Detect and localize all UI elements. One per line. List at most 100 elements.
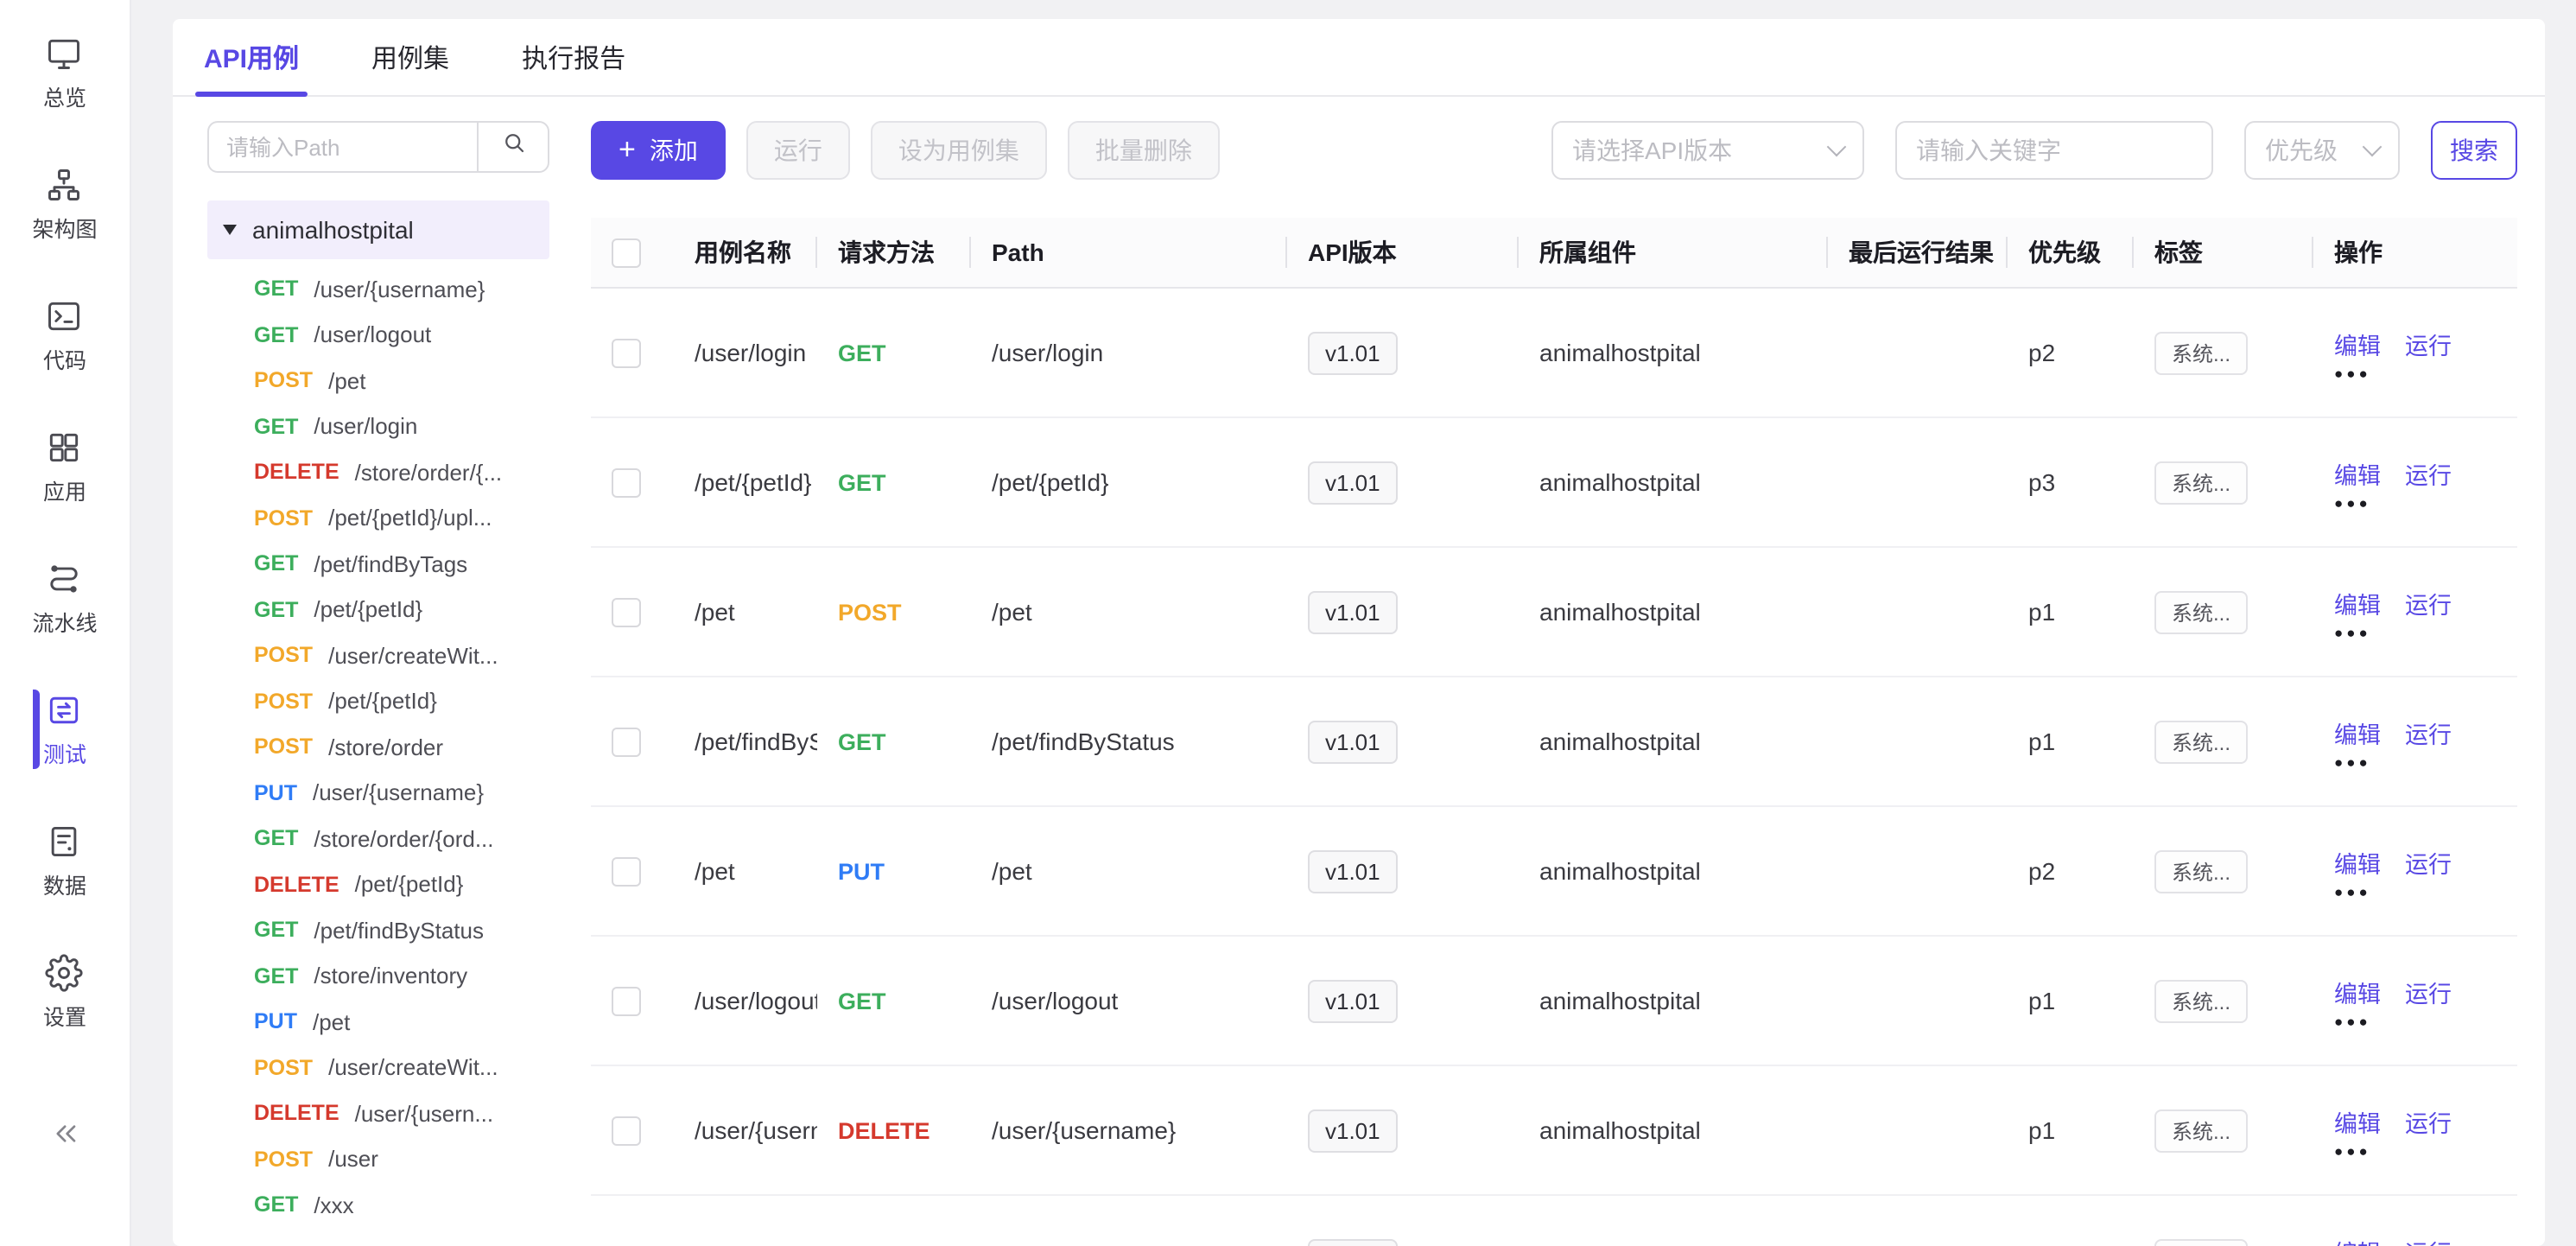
sidebar-item-apps[interactable]: 应用 — [32, 418, 97, 515]
search-button[interactable]: 搜索 — [2431, 121, 2517, 180]
method-badge: POST — [254, 369, 313, 393]
tree-endpoint-item[interactable]: POST /pet — [207, 358, 549, 404]
actions-cell: 编辑 运行 ●●● — [2313, 1103, 2517, 1157]
edit-link[interactable]: 编辑 — [2334, 974, 2381, 1008]
api-version-select[interactable]: 请选择API版本 — [1551, 121, 1864, 180]
path-search-input[interactable] — [207, 121, 477, 173]
more-actions-icon[interactable]: ●●● — [2334, 884, 2371, 898]
batch-delete-button[interactable]: 批量删除 — [1068, 121, 1220, 180]
sidebar-item-code[interactable]: 代码 — [32, 287, 97, 384]
tree-endpoint-item[interactable]: DELETE /user/{usern... — [207, 1090, 549, 1136]
sidebar-item-pipeline[interactable]: 流水线 — [32, 550, 97, 646]
tree-endpoint-item[interactable]: POST /user/createWit... — [207, 633, 549, 678]
row-checkbox[interactable] — [612, 1116, 641, 1145]
table-row: /pet/findBySt... GET /pet/findByStatus v… — [591, 677, 2517, 807]
run-button[interactable]: 运行 — [746, 121, 850, 180]
row-checkbox[interactable] — [612, 597, 641, 626]
run-link[interactable]: 运行 — [2405, 455, 2452, 490]
edit-link[interactable]: 编辑 — [2334, 1103, 2381, 1138]
tree-endpoint-item[interactable]: PUT /user/{username} — [207, 770, 549, 816]
edit-link[interactable]: 编辑 — [2334, 715, 2381, 749]
tree-endpoint-item[interactable]: DELETE /store/order/{... — [207, 449, 549, 495]
table-header-row: 用例名称请求方法PathAPI版本所属组件最后运行结果优先级标签操作 — [591, 218, 2517, 289]
tree-endpoint-item[interactable]: GET /user/logout — [207, 312, 549, 358]
tag-chip[interactable]: 系统... — [2154, 720, 2248, 763]
path-cell: /user/logout — [971, 987, 1287, 1014]
tag-chip[interactable]: 系统... — [2154, 849, 2248, 893]
tree-endpoint-item[interactable]: GET /store/inventory — [207, 953, 549, 999]
row-checkbox[interactable] — [612, 727, 641, 756]
component-cell: animalhostpital — [1519, 598, 1828, 626]
tag-chip[interactable]: 系统... — [2154, 1109, 2248, 1152]
tag-chip[interactable]: 系统... — [2154, 1238, 2248, 1246]
more-actions-icon[interactable]: ●●● — [2334, 625, 2371, 639]
more-actions-icon[interactable]: ●●● — [2334, 495, 2371, 509]
priority-select[interactable]: 优先级 — [2244, 121, 2400, 180]
sidebar-item-data[interactable]: 数据 — [32, 812, 97, 909]
tree-endpoint-item[interactable]: GET /store/order/{ord... — [207, 816, 549, 861]
tree-endpoint-item[interactable]: PUT /pet — [207, 999, 549, 1045]
table-row: /user/{userna... DELETE /user/{username}… — [591, 1066, 2517, 1196]
tab-api-cases[interactable]: API用例 — [204, 19, 299, 95]
set-suite-button[interactable]: 设为用例集 — [871, 121, 1047, 180]
more-actions-icon[interactable]: ●●● — [2334, 1014, 2371, 1027]
run-link[interactable]: 运行 — [2405, 715, 2452, 749]
caret-down-icon[interactable] — [223, 225, 237, 235]
tab-run-reports[interactable]: 执行报告 — [522, 19, 625, 95]
sidebar-item-architecture[interactable]: 架构图 — [32, 156, 97, 252]
run-link[interactable]: 运行 — [2405, 326, 2452, 360]
sidebar-item-overview[interactable]: 总览 — [32, 24, 97, 121]
more-actions-icon[interactable]: ●●● — [2334, 754, 2371, 768]
tag-chip[interactable]: 系统... — [2154, 331, 2248, 374]
tree-endpoint-item[interactable]: GET /xxx — [207, 1182, 549, 1228]
tag-chip[interactable]: 系统... — [2154, 590, 2248, 633]
keyword-input[interactable] — [1895, 121, 2213, 180]
select-all-checkbox[interactable] — [612, 238, 641, 267]
run-link[interactable]: 运行 — [2405, 844, 2452, 879]
edit-link[interactable]: 编辑 — [2334, 1233, 2381, 1246]
tree-endpoint-item[interactable]: POST /pet/{petId} — [207, 678, 549, 724]
method-badge: POST — [254, 1056, 313, 1080]
tag-chip[interactable]: 系统... — [2154, 461, 2248, 504]
more-actions-icon[interactable]: ●●● — [2334, 366, 2371, 379]
tree-endpoint-item[interactable]: POST /user — [207, 1136, 549, 1182]
run-link[interactable]: 运行 — [2405, 1233, 2452, 1246]
run-link[interactable]: 运行 — [2405, 974, 2452, 1008]
api-version-chip: v1.01 — [1308, 1238, 1398, 1246]
tree-endpoint-item[interactable]: POST /pet/{petId}/upl... — [207, 495, 549, 541]
edit-link[interactable]: 编辑 — [2334, 585, 2381, 620]
tab-case-suites[interactable]: 用例集 — [371, 19, 449, 95]
tree-search-button[interactable] — [477, 121, 549, 173]
row-checkbox[interactable] — [612, 338, 641, 367]
row-checkbox[interactable] — [612, 467, 641, 497]
tag-chip[interactable]: 系统... — [2154, 979, 2248, 1022]
tree-endpoint-item[interactable]: GET /user/login — [207, 404, 549, 449]
tree-endpoint-item[interactable]: DELETE /pet/{petId} — [207, 861, 549, 907]
sidebar-item-test[interactable]: 测试 — [32, 681, 97, 778]
column-header: 最后运行结果 — [1828, 218, 2008, 287]
tree-endpoint-item[interactable]: GET /pet/findByTags — [207, 541, 549, 587]
tree-endpoint-item[interactable]: GET /pet/{petId} — [207, 587, 549, 633]
row-checkbox[interactable] — [612, 986, 641, 1015]
more-actions-icon[interactable]: ●●● — [2334, 1143, 2371, 1157]
tree-endpoint-list: GET /user/{username} GET /user/logout PO… — [207, 266, 549, 1228]
tree-endpoint-item[interactable]: POST /store/order — [207, 724, 549, 770]
add-button[interactable]: + 添加 — [591, 121, 726, 180]
edit-link[interactable]: 编辑 — [2334, 326, 2381, 360]
edit-link[interactable]: 编辑 — [2334, 455, 2381, 490]
collapse-sidebar-button[interactable] — [48, 1116, 82, 1160]
column-header: 标签 — [2134, 218, 2313, 287]
row-checkbox[interactable] — [612, 856, 641, 886]
tree-root-label: animalhostpital — [252, 216, 414, 244]
component-cell: animalhostpital — [1519, 857, 1828, 885]
tree-root-node[interactable]: animalhostpital — [207, 200, 549, 259]
sidebar-item-settings[interactable]: 设置 — [32, 944, 97, 1040]
edit-link[interactable]: 编辑 — [2334, 844, 2381, 879]
tree-search-group — [207, 121, 549, 173]
tree-endpoint-item[interactable]: GET /user/{username} — [207, 266, 549, 312]
run-link[interactable]: 运行 — [2405, 1103, 2452, 1138]
path-cell: /user/login — [971, 339, 1287, 366]
tree-endpoint-item[interactable]: POST /user/createWit... — [207, 1045, 549, 1090]
run-link[interactable]: 运行 — [2405, 585, 2452, 620]
tree-endpoint-item[interactable]: GET /pet/findByStatus — [207, 907, 549, 953]
